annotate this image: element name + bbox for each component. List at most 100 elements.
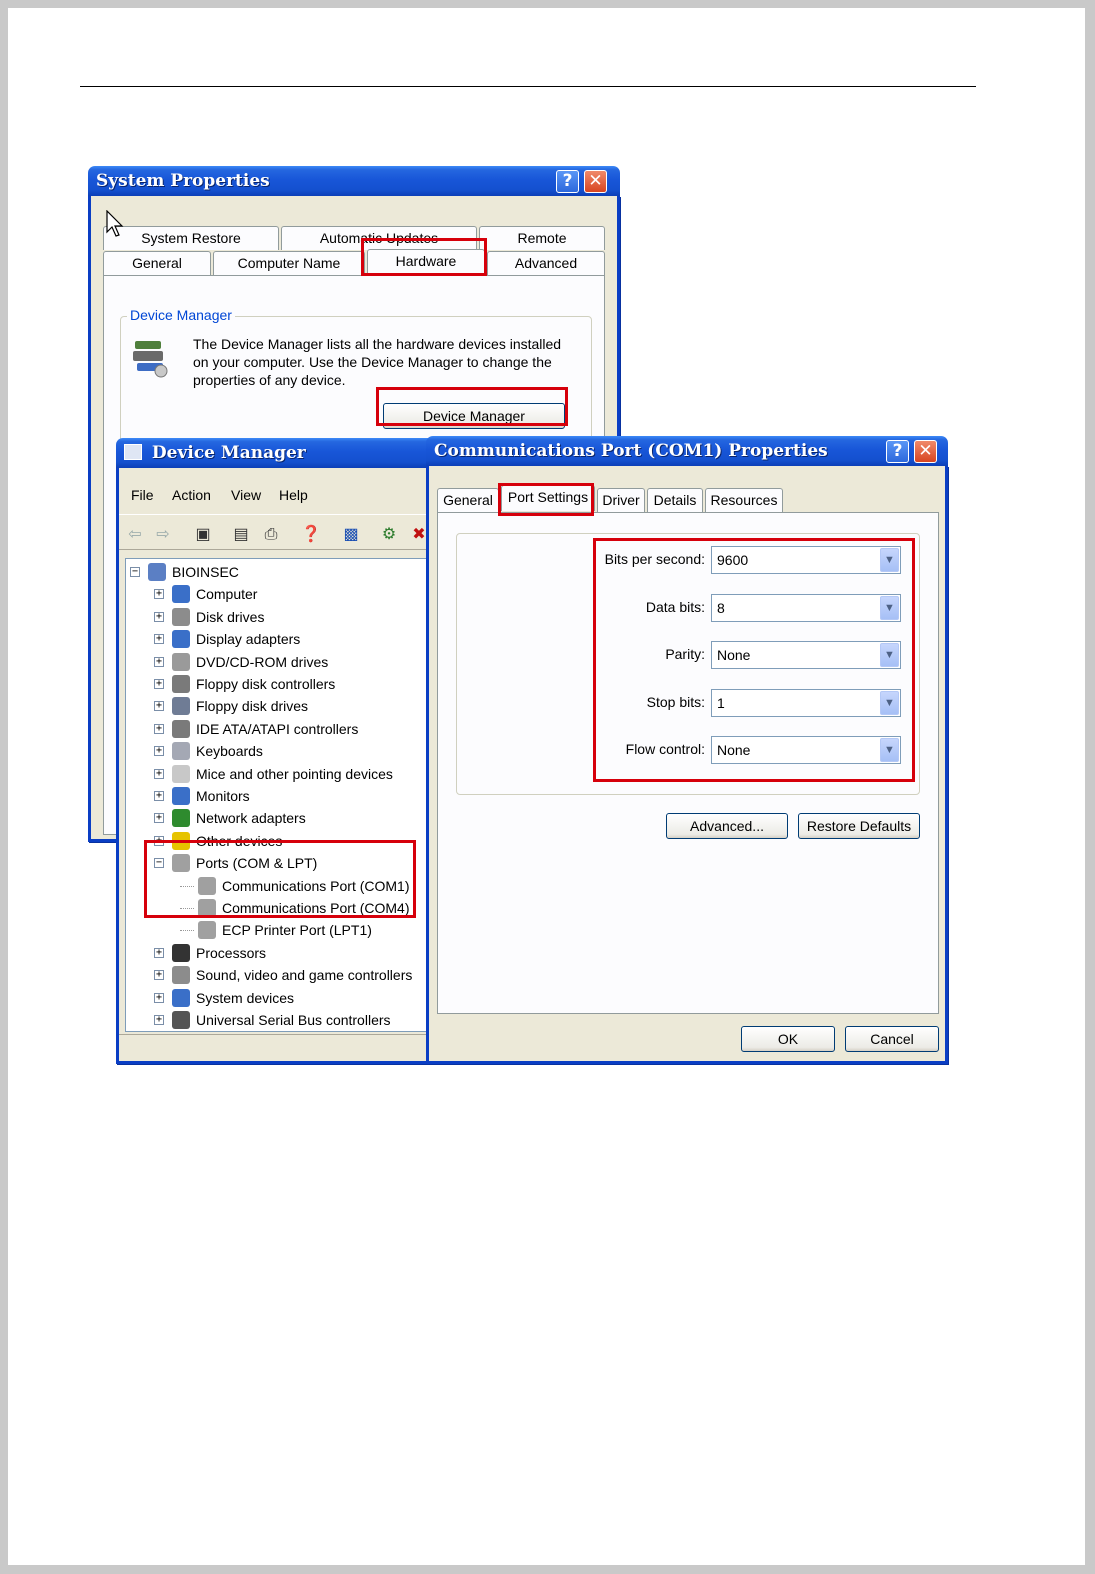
expand-icon[interactable]: + [154, 992, 164, 1003]
expand-icon[interactable]: + [154, 634, 164, 645]
menu-help[interactable]: Help [279, 487, 308, 503]
tab-resources[interactable]: Resources [705, 488, 783, 512]
tree-item[interactable]: + System devices [126, 987, 426, 1009]
menu-view[interactable]: View [231, 487, 261, 503]
expand-icon[interactable]: + [154, 835, 164, 846]
expand-icon[interactable]: + [154, 813, 164, 824]
device-manager-titlebar[interactable]: Device Manager [116, 438, 438, 468]
tree-item[interactable]: + Mice and other pointing devices [126, 763, 426, 785]
tree-item[interactable]: + Floppy disk drives [126, 695, 426, 717]
chevron-down-icon[interactable]: ▼ [880, 738, 899, 762]
tab-hardware[interactable]: Hardware [367, 249, 485, 275]
collapse-icon[interactable]: − [130, 567, 140, 577]
tree-item-label: Universal Serial Bus controllers [196, 1012, 391, 1028]
tab-driver[interactable]: Driver [597, 488, 645, 512]
tab-details[interactable]: Details [647, 488, 703, 512]
tree-item[interactable]: + Processors [126, 942, 426, 964]
window-title: Communications Port (COM1) Properties [434, 441, 828, 461]
forward-icon[interactable]: ⇨ [153, 525, 173, 545]
port-icon [198, 899, 216, 917]
tree-child-item[interactable]: ECP Printer Port (LPT1) [126, 919, 426, 941]
close-icon[interactable]: ✕ [584, 170, 607, 193]
com1-properties-titlebar[interactable]: Communications Port (COM1) Properties ? … [426, 436, 948, 466]
tree-item[interactable]: + IDE ATA/ATAPI controllers [126, 718, 426, 740]
chevron-down-icon[interactable]: ▼ [880, 595, 899, 620]
tree-item[interactable]: + DVD/CD-ROM drives [126, 651, 426, 673]
tree-child-item[interactable]: Communications Port (COM4) [126, 897, 426, 919]
chevron-down-icon[interactable]: ▼ [880, 690, 899, 715]
chevron-down-icon[interactable]: ▼ [880, 548, 899, 572]
close-icon[interactable]: ✕ [914, 440, 937, 463]
advanced-button[interactable]: Advanced... [666, 813, 788, 839]
tab-port-settings[interactable]: Port Settings [501, 485, 595, 511]
menu-action[interactable]: Action [172, 487, 211, 503]
tree-item[interactable]: + Universal Serial Bus controllers [126, 1009, 426, 1031]
tab-label: Remote [517, 230, 567, 246]
tree-item[interactable]: + Monitors [126, 785, 426, 807]
tab-advanced[interactable]: Advanced [487, 251, 605, 275]
tree-root[interactable]: − BIOINSEC [126, 561, 426, 583]
tree-item[interactable]: + Network adapters [126, 807, 426, 829]
field-label: Bits per second: [604, 551, 705, 567]
tab-automatic-updates[interactable]: Automatic Updates [281, 226, 477, 250]
tree-item[interactable]: + Disk drives [126, 606, 426, 628]
tree-item[interactable]: + Other devices [126, 830, 426, 852]
tab-general[interactable]: General [103, 251, 211, 275]
device-manager-button[interactable]: Device Manager [383, 403, 565, 429]
expand-icon[interactable]: + [154, 768, 164, 779]
expand-icon[interactable]: + [154, 791, 164, 801]
usb-icon [172, 1011, 190, 1029]
ok-button[interactable]: OK [741, 1026, 835, 1052]
expand-icon[interactable]: + [154, 611, 164, 622]
tab-label: General [443, 492, 493, 508]
cancel-button[interactable]: Cancel [845, 1026, 939, 1052]
scan-icon[interactable]: ⚙ [379, 525, 399, 545]
collapse-icon[interactable]: − [154, 858, 164, 869]
expand-icon[interactable]: + [154, 656, 164, 667]
computer-icon [124, 444, 142, 460]
tree-item[interactable]: + Computer [126, 583, 426, 605]
group-title: Device Manager [127, 307, 235, 323]
properties-icon[interactable]: ▤ [231, 525, 251, 545]
chevron-down-icon[interactable]: ▼ [880, 643, 899, 667]
update-icon[interactable]: ▩ [341, 525, 361, 545]
expand-icon[interactable]: + [154, 1015, 164, 1025]
port-setting-select[interactable]: 9600 ▼ [711, 546, 901, 574]
expand-icon[interactable]: + [154, 947, 164, 958]
menu-file[interactable]: File [131, 487, 154, 503]
help-icon[interactable]: ? [556, 170, 579, 193]
tree-item[interactable]: + Sound, video and game controllers [126, 964, 426, 986]
tab-system-restore[interactable]: System Restore [103, 226, 279, 250]
tab-remote[interactable]: Remote [479, 226, 605, 250]
tab-label: Driver [602, 492, 640, 508]
tree-item[interactable]: + Floppy disk controllers [126, 673, 426, 695]
tab-label: General [132, 255, 182, 271]
print-icon[interactable]: ⎙ [261, 525, 281, 545]
expand-icon[interactable]: + [154, 589, 164, 600]
expand-icon[interactable]: + [154, 746, 164, 757]
expand-icon[interactable]: + [154, 970, 164, 981]
window-title: Device Manager [151, 443, 306, 463]
tree-item[interactable]: − Ports (COM & LPT) [126, 852, 426, 874]
tab-label: Resources [710, 492, 778, 508]
help-icon[interactable]: ? [886, 440, 909, 463]
tab-general[interactable]: General [437, 488, 499, 512]
tree-child-item[interactable]: Communications Port (COM1) [126, 875, 426, 897]
restore-defaults-button[interactable]: Restore Defaults [798, 813, 920, 839]
view-icon[interactable]: ▣ [193, 525, 213, 545]
expand-icon[interactable]: + [154, 701, 164, 712]
expand-icon[interactable]: + [154, 723, 164, 734]
port-setting-select[interactable]: None ▼ [711, 736, 901, 764]
port-setting-select[interactable]: 8 ▼ [711, 593, 901, 622]
port-setting-select[interactable]: 1 ▼ [711, 688, 901, 717]
tree-item[interactable]: + Display adapters [126, 628, 426, 650]
tab-computer-name[interactable]: Computer Name [213, 251, 365, 275]
help-icon[interactable]: ❓ [301, 525, 321, 545]
select-value: 1 [717, 694, 725, 711]
tree-item[interactable]: + Keyboards [126, 740, 426, 762]
back-icon[interactable]: ⇦ [125, 525, 145, 545]
port-setting-select[interactable]: None ▼ [711, 641, 901, 669]
expand-icon[interactable]: + [154, 679, 164, 689]
system-properties-titlebar[interactable]: System Properties ? ✕ [88, 166, 620, 196]
device-tree: − BIOINSEC + Computer + Disk drives + Display… [125, 558, 433, 1032]
